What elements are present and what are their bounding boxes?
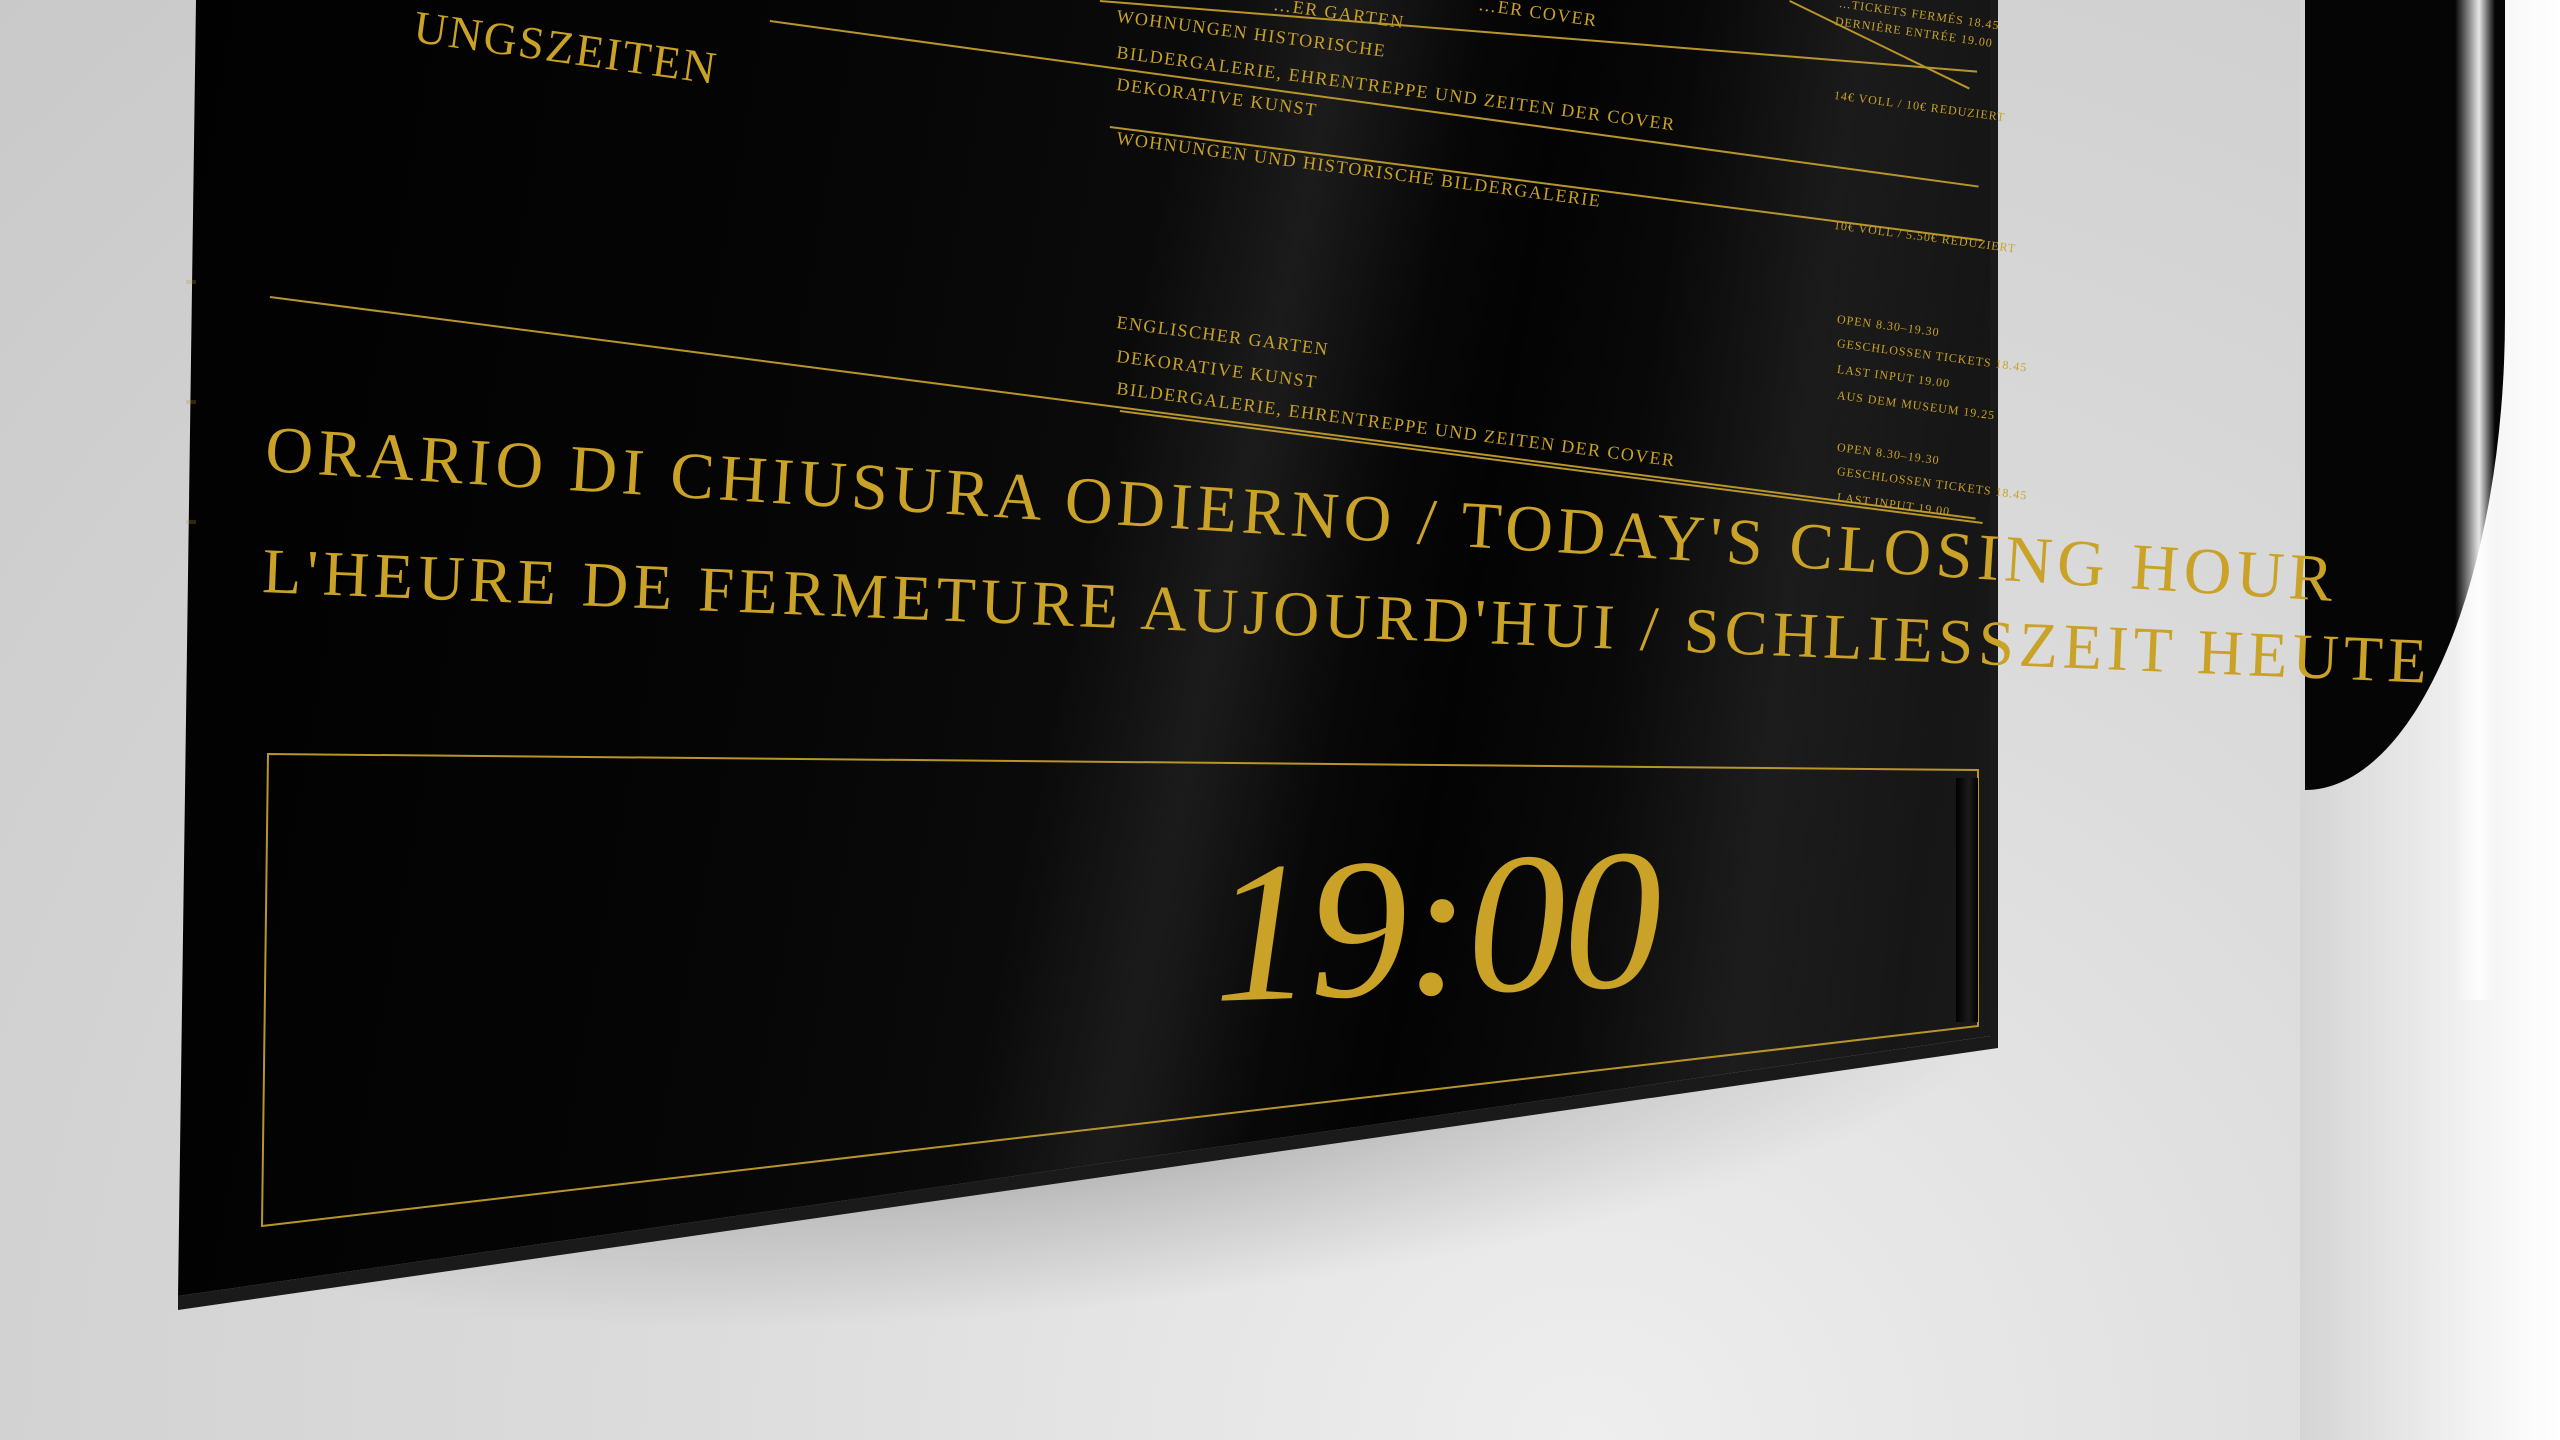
museum-sign-scene: UNGSZEITEN …ER GARTEN …ER COVER …TICKETS…: [0, 0, 2560, 1440]
frame-slot-edge: [1956, 778, 1978, 1022]
wall-highlight: [2455, 0, 2495, 1000]
closing-time-value: 19:00: [1208, 808, 1663, 1045]
panel-left-edge: [186, 280, 196, 620]
